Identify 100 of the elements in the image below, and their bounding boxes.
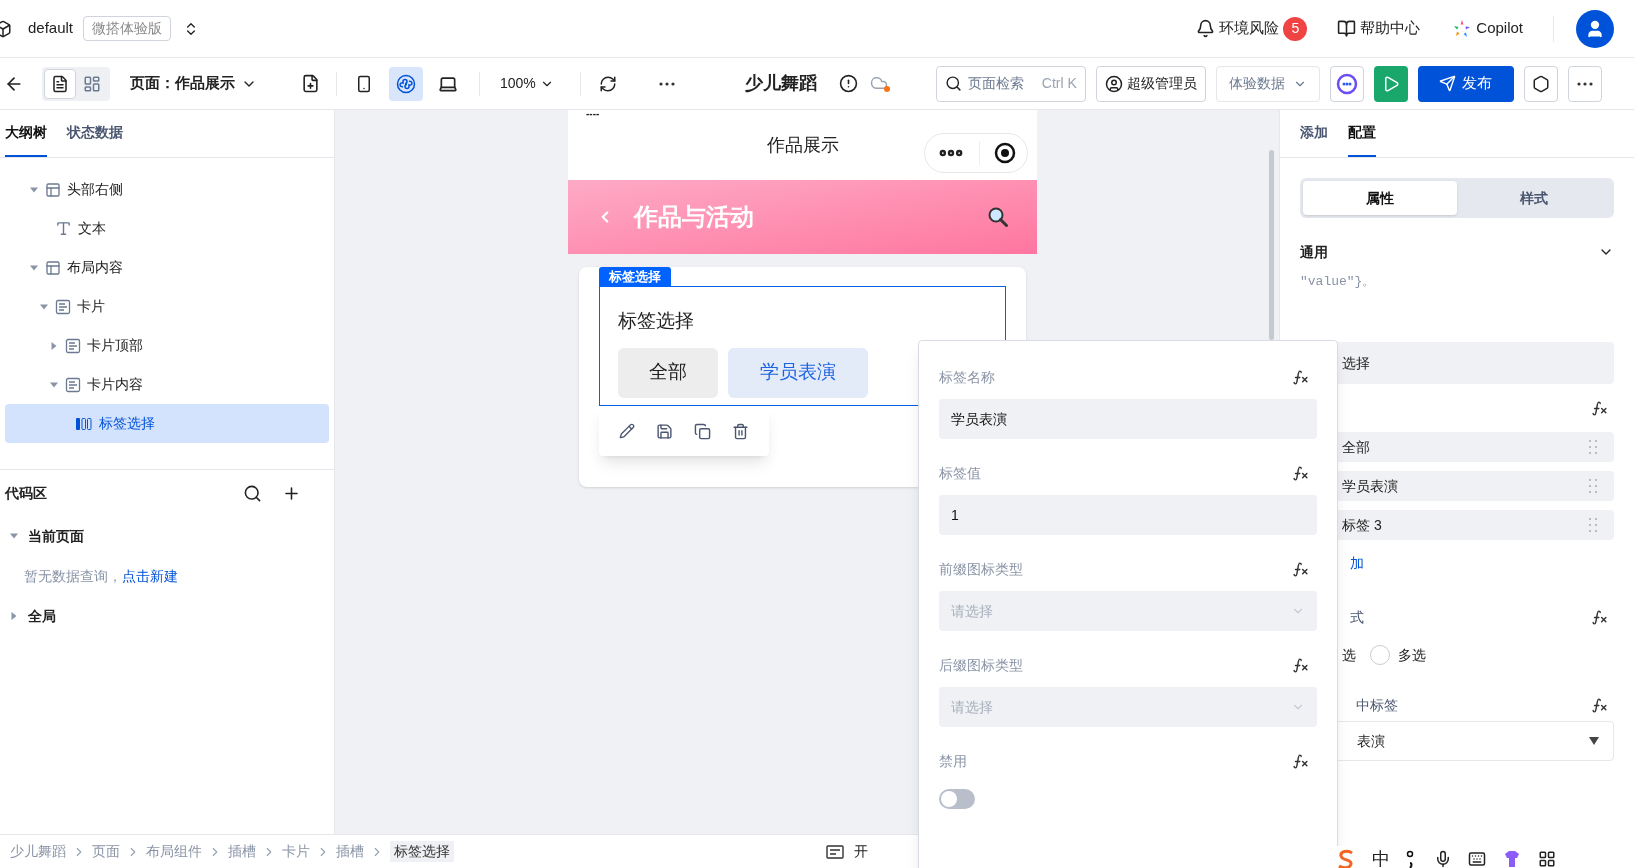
keyboard-icon[interactable] bbox=[1468, 850, 1486, 868]
data-source-select[interactable]: 体验数据 bbox=[1215, 65, 1320, 102]
bell-icon[interactable] bbox=[1196, 19, 1216, 38]
card-icon bbox=[55, 298, 71, 315]
search-placeholder: 页面检索 bbox=[967, 74, 1024, 93]
book-icon[interactable] bbox=[1337, 19, 1357, 38]
panel-tab[interactable]: 大纲树 bbox=[5, 122, 47, 157]
caret-icon[interactable] bbox=[50, 341, 58, 350]
skin-icon[interactable] bbox=[1502, 849, 1522, 868]
tree-item-label: 卡片顶部 bbox=[87, 336, 143, 355]
marker-text: ---- bbox=[586, 110, 600, 118]
delete-icon[interactable] bbox=[731, 422, 749, 440]
tree-item-label: 头部右侧 bbox=[67, 180, 123, 199]
code-group-header[interactable]: 全局 bbox=[0, 596, 334, 636]
card-icon bbox=[65, 337, 81, 354]
magnifier-icon[interactable] bbox=[987, 206, 1009, 228]
panel-icon[interactable] bbox=[826, 844, 844, 859]
help-link[interactable]: 帮助中心 bbox=[1360, 17, 1421, 40]
function-icon[interactable] bbox=[1591, 696, 1608, 714]
panel-tab[interactable]: 添加 bbox=[1300, 122, 1328, 157]
refresh-icon[interactable] bbox=[598, 74, 617, 93]
breadcrumb-item[interactable]: 标签选择 bbox=[390, 841, 454, 862]
copy-icon[interactable] bbox=[693, 422, 711, 440]
view-mode-toggle[interactable] bbox=[44, 68, 76, 99]
segment-tab[interactable]: 样式 bbox=[1457, 181, 1611, 215]
page-selector[interactable]: 页面：作品展示 bbox=[130, 72, 257, 95]
tree-item[interactable]: 布局内容 bbox=[5, 248, 329, 287]
caret-icon[interactable] bbox=[10, 532, 18, 540]
microphone-icon[interactable] bbox=[1434, 850, 1452, 868]
section-title: 通用 bbox=[1300, 242, 1328, 262]
function-icon[interactable] bbox=[1591, 608, 1608, 626]
text-icon bbox=[55, 220, 72, 237]
radio-label: 多选 bbox=[1398, 645, 1426, 665]
drag-handle-icon[interactable] bbox=[1588, 438, 1598, 456]
function-icon[interactable] bbox=[1292, 368, 1309, 386]
app-name: 少儿舞蹈 bbox=[744, 72, 817, 95]
new-page-icon[interactable] bbox=[301, 74, 320, 93]
search-icon[interactable] bbox=[243, 483, 262, 503]
panel-tab[interactable]: 配置 bbox=[1348, 122, 1376, 157]
tree-item[interactable]: 卡片 bbox=[5, 287, 329, 326]
caret-icon[interactable] bbox=[50, 380, 58, 389]
tree-item[interactable]: 卡片内容 bbox=[5, 365, 329, 404]
caret-icon[interactable] bbox=[30, 185, 38, 194]
ime-language-toggle[interactable]: 中 bbox=[1372, 845, 1390, 868]
text-input[interactable]: 1 bbox=[939, 495, 1317, 535]
segment-tab[interactable]: 属性 bbox=[1303, 181, 1457, 215]
tree-item[interactable]: 标签选择 bbox=[5, 404, 329, 443]
tag-chip[interactable]: 全部 bbox=[618, 347, 718, 398]
status-item[interactable]: 开 bbox=[854, 841, 868, 862]
user-icon bbox=[1585, 18, 1605, 39]
caret-icon[interactable] bbox=[40, 302, 48, 311]
function-icon[interactable] bbox=[1292, 560, 1309, 578]
function-icon[interactable] bbox=[1292, 752, 1309, 770]
field-label: 标签值 bbox=[939, 463, 981, 483]
drag-handle-icon[interactable] bbox=[1588, 477, 1598, 495]
toggle-switch[interactable] bbox=[939, 789, 975, 809]
drag-handle-icon[interactable] bbox=[1588, 516, 1598, 534]
dropdown-arrow-icon bbox=[1589, 737, 1599, 745]
code-group-header[interactable]: 当前页面 bbox=[0, 516, 334, 556]
tag-chip[interactable]: 学员表演 bbox=[728, 347, 868, 398]
banner-title: 作品与活动 bbox=[634, 202, 754, 232]
panel-tab[interactable]: 状态数据 bbox=[67, 122, 123, 157]
more-icon[interactable] bbox=[658, 81, 675, 86]
function-icon[interactable] bbox=[1591, 399, 1608, 417]
ime-logo-icon[interactable] bbox=[1336, 849, 1356, 868]
add-option-link[interactable]: 加 bbox=[1350, 552, 1364, 574]
copilot-link[interactable]: Copilot bbox=[1476, 17, 1523, 40]
scrollbar-thumb[interactable] bbox=[1269, 150, 1274, 340]
tree-item[interactable]: 文本 bbox=[5, 209, 329, 248]
code-group-label: 当前页面 bbox=[28, 526, 84, 546]
tree-item-label: 文本 bbox=[78, 219, 106, 238]
record-icon[interactable] bbox=[994, 142, 1016, 164]
create-link[interactable]: 点击新建 bbox=[122, 565, 178, 587]
save-icon[interactable] bbox=[656, 422, 674, 440]
apps-grid-icon[interactable] bbox=[1538, 850, 1556, 868]
device-toggle[interactable] bbox=[389, 66, 423, 101]
preview-button[interactable] bbox=[1373, 65, 1408, 102]
workspace-name: default bbox=[28, 18, 74, 39]
zoom-selector[interactable]: 100% bbox=[500, 73, 554, 94]
role-button[interactable]: 超级管理员 bbox=[1095, 65, 1206, 102]
function-icon[interactable] bbox=[1292, 464, 1309, 482]
settings-button[interactable] bbox=[1523, 65, 1558, 102]
caret-icon[interactable] bbox=[10, 612, 18, 620]
risk-link[interactable]: 环境风险 bbox=[1219, 17, 1280, 40]
text-input[interactable]: 学员表演 bbox=[939, 399, 1317, 439]
edit-icon[interactable] bbox=[619, 423, 636, 439]
field-label: 式 bbox=[1350, 607, 1364, 627]
card-icon bbox=[65, 376, 81, 393]
option-label: 标签 3 bbox=[1342, 515, 1382, 535]
user-avatar[interactable] bbox=[1576, 9, 1614, 48]
alert-icon[interactable] bbox=[838, 74, 858, 93]
page-search-field[interactable]: 页面检索 Ctrl K bbox=[935, 65, 1086, 102]
bot-button[interactable] bbox=[1329, 65, 1364, 102]
publish-button[interactable]: 发布 bbox=[1417, 65, 1514, 102]
edition-badge: 微搭体验版 bbox=[83, 16, 172, 41]
send-icon bbox=[1439, 75, 1457, 92]
function-icon[interactable] bbox=[1292, 656, 1309, 674]
tree-item[interactable]: 卡片顶部 bbox=[5, 326, 329, 365]
caret-icon[interactable] bbox=[30, 263, 38, 272]
tree-item[interactable]: 头部右侧 bbox=[5, 170, 329, 209]
